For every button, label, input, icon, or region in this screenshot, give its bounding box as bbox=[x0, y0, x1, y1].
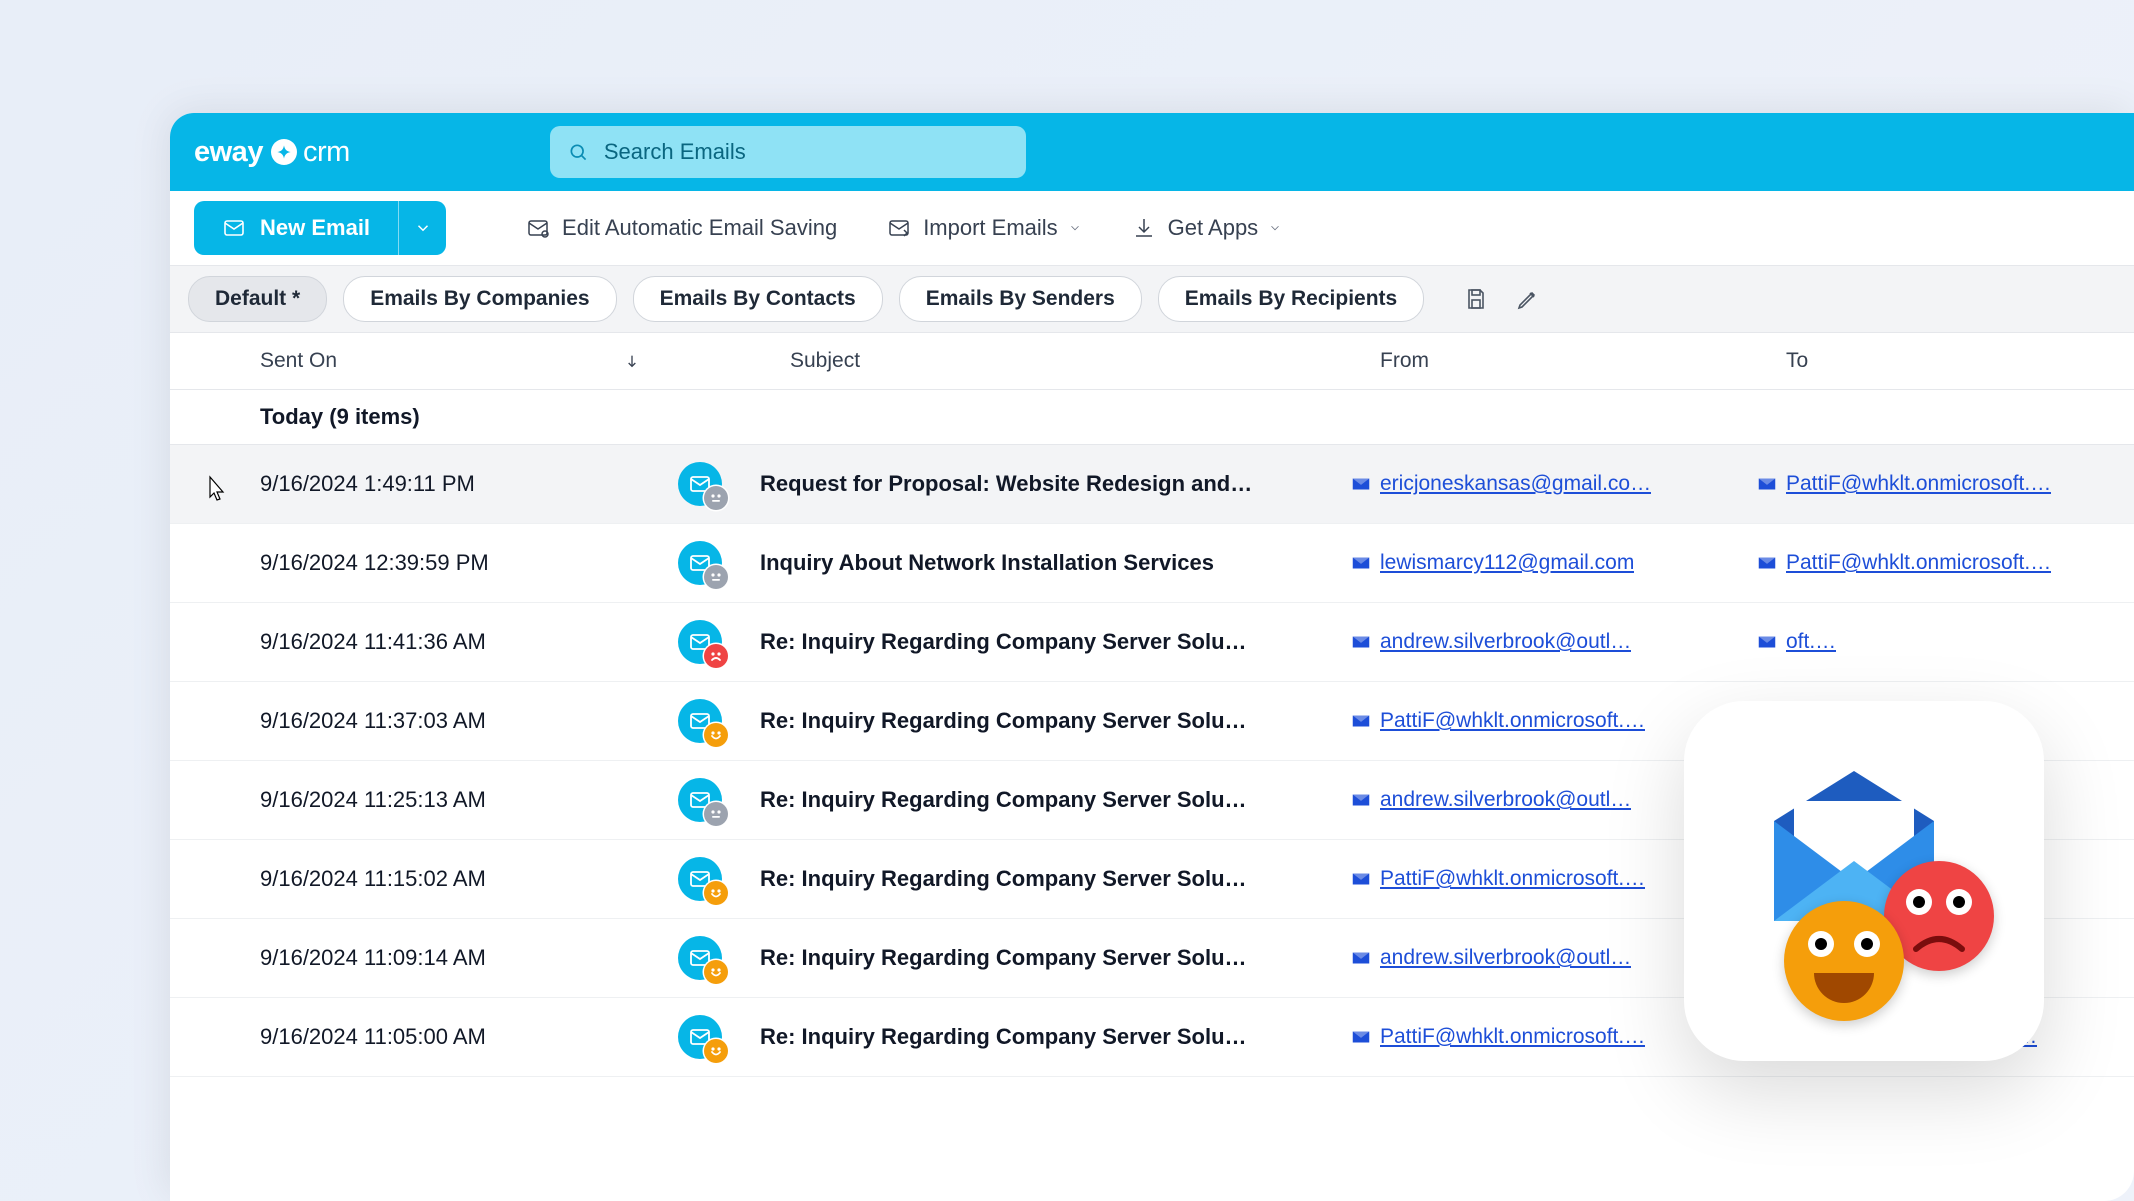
chevron-down-icon bbox=[1068, 221, 1082, 235]
happy-emoji-icon bbox=[1784, 901, 1904, 1021]
new-email-button[interactable]: New Email bbox=[194, 201, 398, 255]
email-avatar bbox=[640, 778, 760, 822]
email-date: 9/16/2024 11:15:02 AM bbox=[170, 866, 640, 892]
email-subject: Request for Proposal: Website Redesign a… bbox=[760, 471, 1350, 497]
from-link[interactable]: lewismarcy112@gmail.com bbox=[1350, 551, 1634, 575]
sentiment-card bbox=[1684, 701, 2044, 1061]
email-row[interactable]: 9/16/2024 1:49:11 PM Request for Proposal… bbox=[170, 445, 2134, 524]
import-emails-button[interactable]: Import Emails bbox=[887, 215, 1081, 241]
new-email-label: New Email bbox=[260, 215, 370, 241]
from-link[interactable]: andrew.silverbrook@outl… bbox=[1350, 630, 1631, 654]
toolbar: New Email Edit Automatic Email Saving Im… bbox=[170, 191, 2134, 266]
email-avatar bbox=[640, 462, 760, 506]
search-box[interactable] bbox=[550, 126, 1026, 178]
save-view-icon[interactable] bbox=[1464, 287, 1488, 311]
email-date: 9/16/2024 11:25:13 AM bbox=[170, 787, 640, 813]
sentiment-neutral-icon bbox=[704, 486, 728, 510]
email-to: PattiF@whklt.onmicrosoft.… bbox=[1756, 551, 2051, 575]
edit-view-icon[interactable] bbox=[1516, 287, 1540, 311]
sentiment-happy-icon bbox=[704, 881, 728, 905]
email-avatar bbox=[640, 699, 760, 743]
to-link[interactable]: oft.… bbox=[1756, 630, 1836, 654]
sentiment-neutral-icon bbox=[704, 565, 728, 589]
sentiment-neutral-icon bbox=[704, 802, 728, 826]
email-subject: Re: Inquiry Regarding Company Server Sol… bbox=[760, 1024, 1350, 1050]
download-icon bbox=[1132, 216, 1156, 240]
brand-suffix: crm bbox=[303, 136, 350, 169]
sentiment-happy-icon bbox=[704, 1039, 728, 1063]
view-by-companies[interactable]: Emails By Companies bbox=[343, 276, 616, 322]
from-link[interactable]: PattiF@whklt.onmicrosoft.… bbox=[1350, 709, 1645, 733]
email-from: andrew.silverbrook@outl… bbox=[1350, 630, 1756, 654]
view-by-recipients[interactable]: Emails By Recipients bbox=[1158, 276, 1424, 322]
sentiment-sad-icon bbox=[704, 644, 728, 668]
column-to[interactable]: To bbox=[1786, 349, 1808, 373]
app-window: eway crm New Email bbox=[170, 113, 2134, 1201]
view-default[interactable]: Default * bbox=[188, 276, 327, 322]
view-filter-bar: Default * Emails By Companies Emails By … bbox=[170, 266, 2134, 333]
email-subject: Inquiry About Network Installation Servi… bbox=[760, 550, 1350, 576]
email-row[interactable]: 9/16/2024 12:39:59 PM Inquiry About Netwo… bbox=[170, 524, 2134, 603]
email-date: 9/16/2024 11:09:14 AM bbox=[170, 945, 640, 971]
email-avatar bbox=[640, 936, 760, 980]
view-by-contacts[interactable]: Emails By Contacts bbox=[633, 276, 883, 322]
email-avatar bbox=[640, 857, 760, 901]
email-to: oft.… bbox=[1756, 630, 1836, 654]
from-link[interactable]: ericjoneskansas@gmail.co… bbox=[1350, 472, 1651, 496]
email-date: 9/16/2024 11:05:00 AM bbox=[170, 1024, 640, 1050]
email-row[interactable]: 9/16/2024 11:41:36 AM Re: Inquiry Regardi… bbox=[170, 603, 2134, 682]
column-headers: Sent On Subject From To bbox=[170, 333, 2134, 390]
column-from[interactable]: From bbox=[1380, 349, 1786, 373]
group-today[interactable]: Today (9 items) bbox=[170, 390, 2134, 445]
edit-auto-save-button[interactable]: Edit Automatic Email Saving bbox=[526, 215, 837, 241]
from-link[interactable]: andrew.silverbrook@outl… bbox=[1350, 946, 1631, 970]
email-subject: Re: Inquiry Regarding Company Server Sol… bbox=[760, 708, 1350, 734]
email-from: lewismarcy112@gmail.com bbox=[1350, 551, 1756, 575]
email-avatar bbox=[640, 1015, 760, 1059]
import-emails-label: Import Emails bbox=[923, 215, 1057, 241]
column-sent-on[interactable]: Sent On bbox=[170, 349, 670, 373]
search-input[interactable] bbox=[602, 138, 1008, 166]
search-icon bbox=[568, 141, 588, 163]
import-icon bbox=[887, 216, 911, 240]
brand-logo: eway crm bbox=[194, 136, 350, 169]
get-apps-button[interactable]: Get Apps bbox=[1132, 215, 1283, 241]
email-subject: Re: Inquiry Regarding Company Server Sol… bbox=[760, 629, 1350, 655]
from-link[interactable]: PattiF@whklt.onmicrosoft.… bbox=[1350, 1025, 1645, 1049]
email-date: 9/16/2024 11:41:36 AM bbox=[170, 629, 640, 655]
edit-auto-save-label: Edit Automatic Email Saving bbox=[562, 215, 837, 241]
column-sent-on-label: Sent On bbox=[260, 349, 337, 373]
email-date: 9/16/2024 12:39:59 PM bbox=[170, 550, 640, 576]
email-from: ericjoneskansas@gmail.co… bbox=[1350, 472, 1756, 496]
email-avatar bbox=[640, 541, 760, 585]
sentiment-happy-icon bbox=[704, 960, 728, 984]
email-subject: Re: Inquiry Regarding Company Server Sol… bbox=[760, 945, 1350, 971]
brand-prefix: eway bbox=[194, 136, 263, 169]
to-link[interactable]: PattiF@whklt.onmicrosoft.… bbox=[1756, 551, 2051, 575]
column-subject[interactable]: Subject bbox=[670, 349, 1380, 373]
new-email-split-button: New Email bbox=[194, 201, 446, 255]
view-by-senders[interactable]: Emails By Senders bbox=[899, 276, 1142, 322]
to-link[interactable]: PattiF@whklt.onmicrosoft.… bbox=[1756, 472, 2051, 496]
envelope-gear-icon bbox=[526, 216, 550, 240]
email-avatar bbox=[640, 620, 760, 664]
email-to: PattiF@whklt.onmicrosoft.… bbox=[1756, 472, 2051, 496]
email-date: 9/16/2024 1:49:11 PM bbox=[170, 471, 640, 497]
sentiment-happy-icon bbox=[704, 723, 728, 747]
from-link[interactable]: andrew.silverbrook@outl… bbox=[1350, 788, 1631, 812]
chevron-down-icon bbox=[1268, 221, 1282, 235]
titlebar: eway crm bbox=[170, 113, 2134, 191]
email-date: 9/16/2024 11:37:03 AM bbox=[170, 708, 640, 734]
brand-icon bbox=[271, 139, 297, 165]
new-email-dropdown[interactable] bbox=[398, 201, 446, 255]
sort-descending-icon bbox=[624, 353, 640, 369]
get-apps-label: Get Apps bbox=[1168, 215, 1259, 241]
email-subject: Re: Inquiry Regarding Company Server Sol… bbox=[760, 787, 1350, 813]
from-link[interactable]: PattiF@whklt.onmicrosoft.… bbox=[1350, 867, 1645, 891]
email-subject: Re: Inquiry Regarding Company Server Sol… bbox=[760, 866, 1350, 892]
